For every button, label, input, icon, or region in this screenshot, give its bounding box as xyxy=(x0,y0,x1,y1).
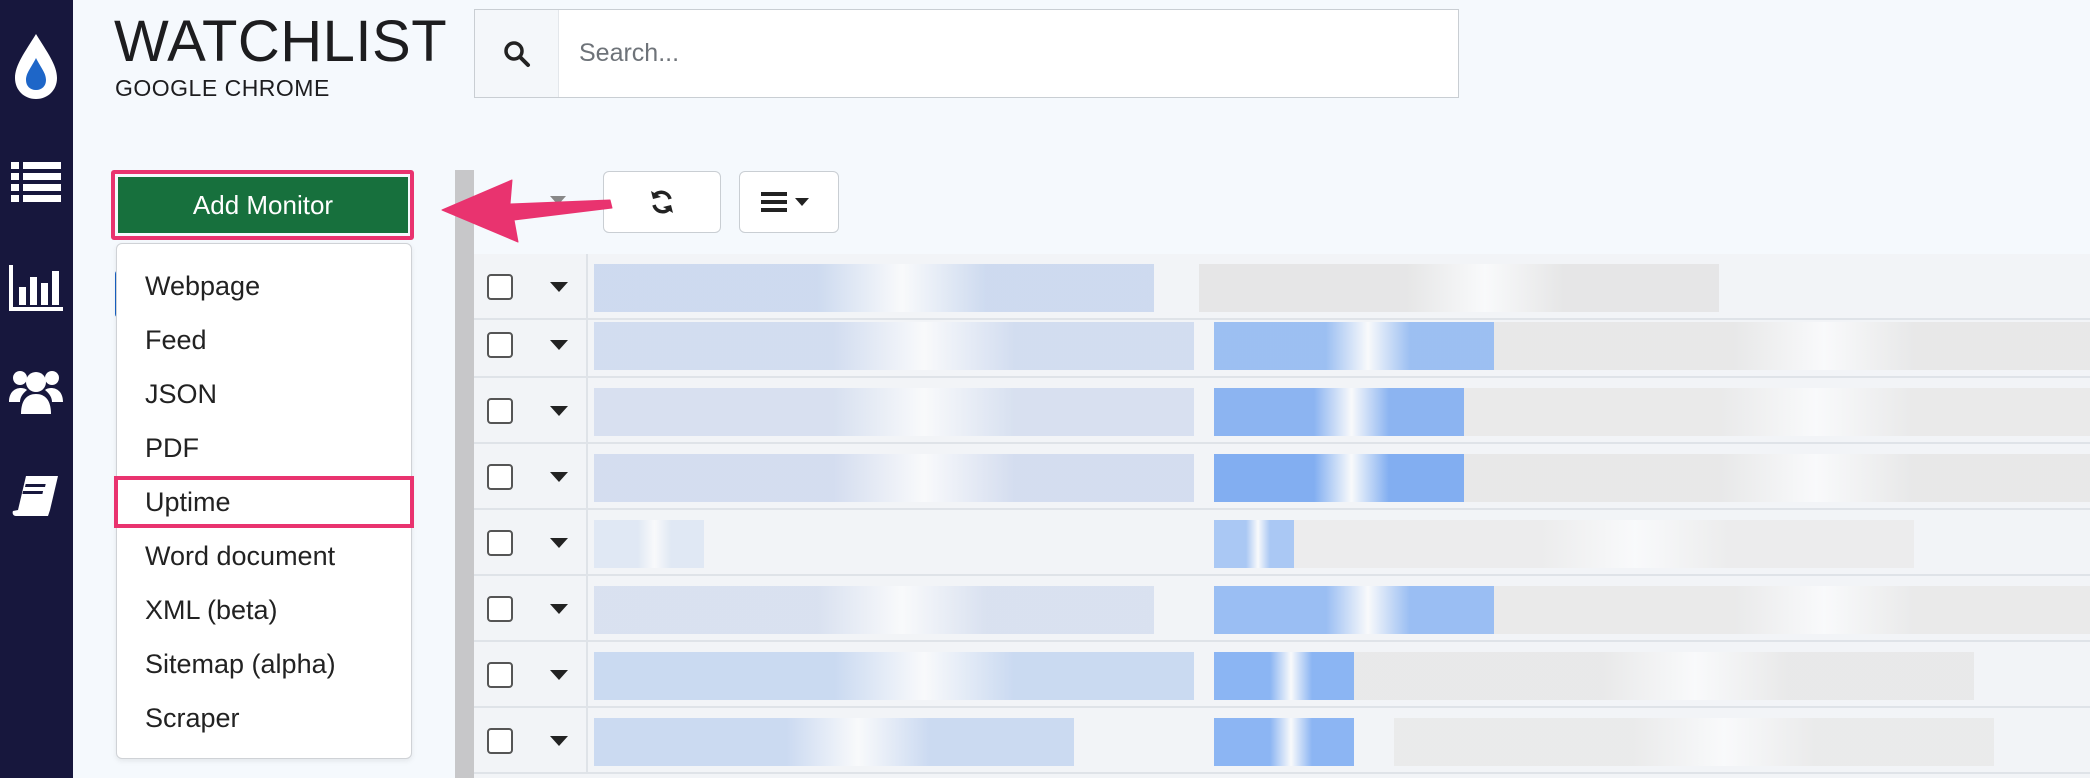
row-checkbox[interactable] xyxy=(487,728,513,754)
row-caret-icon[interactable] xyxy=(550,406,568,416)
redacted-cell xyxy=(594,322,1194,370)
search-input[interactable] xyxy=(559,10,1458,97)
page-subtitle: GOOGLE CHROME xyxy=(115,75,330,101)
row-separator xyxy=(586,642,588,706)
list-icon[interactable] xyxy=(8,162,64,202)
redacted-cell xyxy=(1464,388,2090,436)
row-checkbox[interactable] xyxy=(487,332,513,358)
row-separator xyxy=(586,444,588,508)
redacted-cell xyxy=(594,454,1194,502)
chevron-down-icon xyxy=(795,198,809,206)
panel-divider[interactable] xyxy=(455,170,474,778)
redacted-cell xyxy=(1214,322,1494,370)
row-caret-icon[interactable] xyxy=(550,736,568,746)
refresh-icon xyxy=(651,190,673,214)
table-row[interactable] xyxy=(474,312,2090,378)
table-row[interactable] xyxy=(474,444,2090,510)
redacted-cell xyxy=(1214,652,1354,700)
redacted-cell xyxy=(1214,586,1494,634)
row-checkbox[interactable] xyxy=(487,398,513,424)
table-row[interactable] xyxy=(474,510,2090,576)
menu-item-webpage[interactable]: Webpage xyxy=(145,268,260,304)
redacted-cell xyxy=(1214,520,1294,568)
row-caret-icon[interactable] xyxy=(550,282,568,292)
table-row[interactable] xyxy=(474,254,2090,320)
redacted-cell xyxy=(594,388,1194,436)
book-icon[interactable] xyxy=(8,474,64,518)
table-row[interactable] xyxy=(474,378,2090,444)
row-caret-icon[interactable] xyxy=(550,340,568,350)
menu-item-xml[interactable]: XML (beta) xyxy=(145,592,278,628)
row-checkbox[interactable] xyxy=(487,662,513,688)
row-caret-icon[interactable] xyxy=(550,604,568,614)
search-icon xyxy=(503,40,530,67)
table-row[interactable] xyxy=(474,642,2090,708)
redacted-cell xyxy=(594,520,704,568)
left-nav xyxy=(0,0,73,778)
redacted-cell xyxy=(1494,322,2090,370)
annotation-arrow-icon xyxy=(441,179,613,243)
table-row[interactable] xyxy=(474,576,2090,642)
view-menu-button[interactable] xyxy=(739,171,839,233)
row-separator xyxy=(586,708,588,772)
redacted-cell xyxy=(594,586,1154,634)
redacted-cell xyxy=(1214,454,1464,502)
menu-item-feed[interactable]: Feed xyxy=(145,322,207,358)
row-checkbox[interactable] xyxy=(487,530,513,556)
menu-item-sitemap[interactable]: Sitemap (alpha) xyxy=(145,646,336,682)
redacted-cell xyxy=(1354,652,1974,700)
refresh-button[interactable] xyxy=(603,171,721,233)
redacted-cell xyxy=(594,718,1074,766)
row-separator xyxy=(586,254,588,318)
add-monitor-button[interactable]: Add Monitor xyxy=(118,177,408,233)
redacted-cell xyxy=(1394,718,1994,766)
row-separator xyxy=(586,576,588,640)
menu-item-scraper[interactable]: Scraper xyxy=(145,700,240,736)
menu-item-json[interactable]: JSON xyxy=(145,376,217,412)
table-row[interactable] xyxy=(474,708,2090,774)
redacted-cell xyxy=(1214,388,1464,436)
redacted-cell xyxy=(594,264,1154,312)
redacted-cell xyxy=(1464,454,2090,502)
redacted-cell xyxy=(594,652,1194,700)
row-checkbox[interactable] xyxy=(487,596,513,622)
redacted-cell xyxy=(1294,520,1914,568)
bar-chart-icon[interactable] xyxy=(8,265,64,311)
search-bar xyxy=(474,9,1459,98)
row-checkbox[interactable] xyxy=(487,464,513,490)
menu-item-word-document[interactable]: Word document xyxy=(145,538,335,574)
menu-item-pdf[interactable]: PDF xyxy=(145,430,199,466)
uptime-highlight xyxy=(114,476,414,528)
page-title: WATCHLIST xyxy=(114,9,448,74)
row-caret-icon[interactable] xyxy=(550,538,568,548)
row-separator xyxy=(586,312,588,376)
row-checkbox[interactable] xyxy=(487,274,513,300)
users-icon[interactable] xyxy=(8,366,64,416)
row-separator xyxy=(586,378,588,442)
row-separator xyxy=(586,510,588,574)
search-button[interactable] xyxy=(475,10,559,97)
row-caret-icon[interactable] xyxy=(550,472,568,482)
row-caret-icon[interactable] xyxy=(550,670,568,680)
redacted-cell xyxy=(1214,718,1354,766)
redacted-cell xyxy=(1494,586,2090,634)
redacted-cell xyxy=(1199,264,1719,312)
drop-logo-icon[interactable] xyxy=(8,32,64,102)
menu-icon xyxy=(761,192,787,212)
